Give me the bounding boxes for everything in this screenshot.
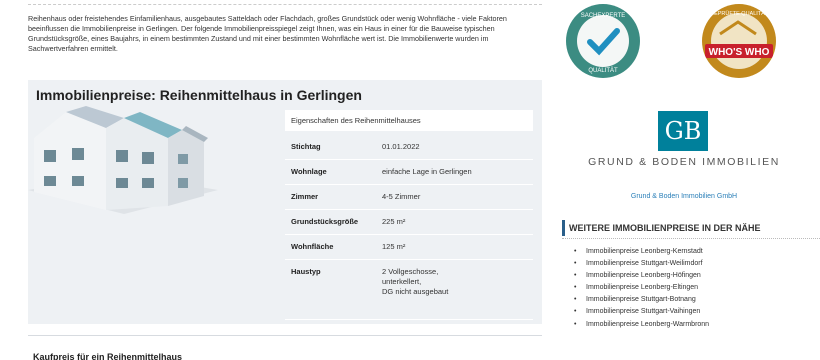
row-label: Stichtag <box>291 142 321 151</box>
row-house-illustration <box>28 106 218 214</box>
nearby-link[interactable]: Immobilienpreise Stuttgart-Botnang <box>574 294 709 306</box>
price-box: Immobilienpreise: Reihenmittelhaus in Ge… <box>28 80 542 324</box>
row-value: 01.01.2022 <box>382 142 420 151</box>
table-row: Haustyp 2 Vollgeschosse, unterkellert, D… <box>285 260 533 320</box>
whos-who-badge: WHO'S WHO GEPRÜFTE QUALITÄT <box>702 4 776 78</box>
row-value: 225 m² <box>382 217 406 226</box>
row-label: Haustyp <box>291 267 321 276</box>
row-label: Wohnfläche <box>291 242 334 251</box>
table-row: Stichtag 01.01.2022 <box>285 135 533 160</box>
row-label: Grundstücksgröße <box>291 217 359 226</box>
row-label: Zimmer <box>291 192 319 201</box>
grund-boden-logo[interactable]: GB <box>658 111 708 151</box>
svg-text:WHO'S WHO: WHO'S WHO <box>709 47 770 58</box>
price-box-title: Immobilienpreise: Reihenmittelhaus in Ge… <box>36 87 362 103</box>
svg-text:QUALITÄT: QUALITÄT <box>588 67 618 74</box>
section-divider <box>28 335 542 336</box>
row-value: einfache Lage in Gerlingen <box>382 167 472 176</box>
table-row: Wohnfläche 125 m² <box>285 235 533 260</box>
nearby-list: Immobilienpreise Leonberg-Kernstadt Immo… <box>574 246 709 331</box>
table-row: Zimmer 4-5 Zimmer <box>285 185 533 210</box>
sachexperte-badge: SACHEXPERTE QUALITÄT <box>566 4 640 78</box>
svg-text:GEPRÜFTE QUALITÄT: GEPRÜFTE QUALITÄT <box>710 10 769 17</box>
row-value: 2 Vollgeschosse, unterkellert, DG nicht … <box>382 267 449 296</box>
table-row: Wohnlage einfache Lage in Gerlingen <box>285 160 533 185</box>
company-link[interactable]: Grund & Boden Immobilien GmbH <box>574 193 794 200</box>
row-value: 4-5 Zimmer <box>382 192 421 201</box>
nearby-link[interactable]: Immobilienpreise Stuttgart-Weilimdorf <box>574 258 709 270</box>
nearby-link[interactable]: Immobilienpreise Stuttgart-Vaihingen <box>574 306 709 318</box>
nearby-link[interactable]: Immobilienpreise Leonberg-Eltingen <box>574 282 709 294</box>
properties-header: Eigenschaften des Reihenmittelhauses <box>285 110 533 131</box>
nearby-link[interactable]: Immobilienpreise Leonberg-Kernstadt <box>574 246 709 258</box>
row-label: Wohnlage <box>291 167 327 176</box>
nearby-divider <box>562 238 820 239</box>
table-row: Grundstücksgröße 225 m² <box>285 210 533 235</box>
top-divider <box>28 4 542 5</box>
nearby-heading: WEITERE IMMOBILIENPREISE IN DER NÄHE <box>562 220 820 236</box>
nearby-link[interactable]: Immobilienpreise Leonberg-Höfingen <box>574 270 709 282</box>
intro-paragraph: Reihenhaus oder freistehendes Einfamilie… <box>28 14 507 53</box>
company-name: GRUND & BODEN IMMOBILIEN <box>588 156 780 168</box>
row-value: 125 m² <box>382 242 406 251</box>
properties-table: Eigenschaften des Reihenmittelhauses Sti… <box>285 110 533 320</box>
svg-text:SACHEXPERTE: SACHEXPERTE <box>581 13 626 19</box>
nearby-link[interactable]: Immobilienpreise Leonberg-Warmbronn <box>574 319 709 331</box>
next-section-heading: Kaufpreis für ein Reihenmittelhaus <box>33 352 183 360</box>
